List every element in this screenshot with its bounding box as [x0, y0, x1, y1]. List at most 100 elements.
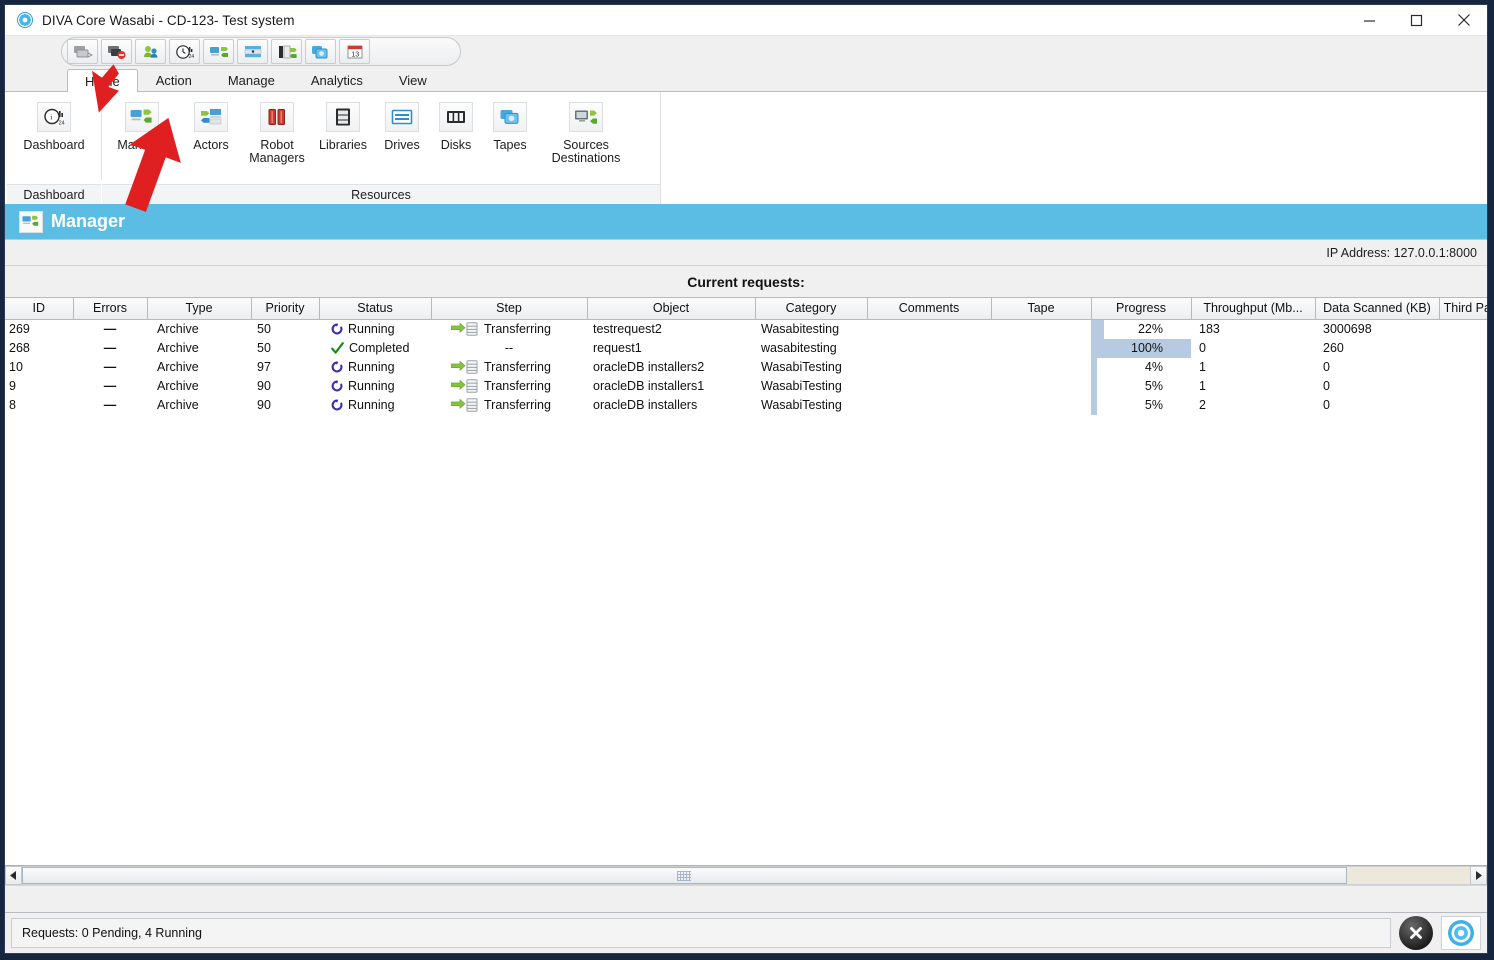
- actors-icon: [194, 102, 228, 132]
- cell-id: 268: [9, 341, 30, 355]
- scrollbar-grip-icon: [677, 870, 692, 881]
- window-controls: [1346, 5, 1487, 36]
- column-header-status[interactable]: Status: [319, 298, 432, 320]
- table-row[interactable]: 10— Archive 97 Running Transferring oracleDB …: [5, 357, 1487, 377]
- close-circle-icon[interactable]: [1399, 916, 1433, 950]
- scroll-left-arrow[interactable]: [5, 866, 22, 885]
- cancel-request-icon[interactable]: [101, 39, 132, 64]
- cell-type: Archive: [157, 341, 199, 355]
- horizontal-scrollbar[interactable]: [5, 865, 1487, 885]
- ribbon-button-tapes[interactable]: Tapes: [482, 98, 538, 178]
- svg-text:24: 24: [59, 121, 65, 127]
- column-header-comments[interactable]: Comments: [867, 298, 992, 320]
- application-window: DIVA Core Wasabi - CD-123- Test system 2…: [4, 4, 1488, 954]
- column-header-tape[interactable]: Tape: [991, 298, 1092, 320]
- server-icon[interactable]: [237, 39, 268, 64]
- cell-throughput: 1: [1199, 360, 1206, 374]
- calendar-icon[interactable]: 13: [339, 39, 370, 64]
- ribbon-group-dashboard-label: Dashboard: [7, 184, 101, 204]
- column-header-category[interactable]: Category: [755, 298, 868, 320]
- column-header-step[interactable]: Step: [431, 298, 588, 320]
- tab-manage[interactable]: Manage: [210, 68, 293, 91]
- diva-logo-icon[interactable]: [1441, 916, 1481, 950]
- ribbon-button-manager-label: Manager: [117, 138, 167, 152]
- transfer-icon: Transferring: [435, 398, 583, 412]
- ribbon-button-disks[interactable]: Disks: [430, 98, 482, 178]
- column-header-errors[interactable]: Errors: [73, 298, 148, 320]
- ribbon-button-drives[interactable]: Drives: [374, 98, 430, 178]
- cell-progress: 4%: [1091, 357, 1191, 377]
- column-header-id[interactable]: ID: [5, 298, 74, 320]
- cell-comments: [867, 319, 991, 339]
- scrollbar-track[interactable]: [22, 866, 1470, 885]
- cell-type: Archive: [157, 360, 199, 374]
- column-header-data-scanned[interactable]: Data Scanned (KB): [1315, 298, 1440, 320]
- cell-comments: [867, 358, 991, 377]
- ribbon-button-sources-destinations[interactable]: Sources Destinations: [538, 98, 634, 178]
- new-request-icon[interactable]: [67, 39, 98, 64]
- status-message: Requests: 0 Pending, 4 Running: [11, 918, 1391, 948]
- disks-copy-icon[interactable]: [305, 39, 336, 64]
- running-icon: Running: [331, 398, 427, 412]
- scrollbar-thumb[interactable]: [22, 867, 1347, 884]
- ribbon-group-resources-label: Resources: [102, 184, 660, 204]
- cell-step: Transferring: [431, 358, 587, 377]
- column-header-priority[interactable]: Priority: [251, 298, 320, 320]
- clock-stats-icon[interactable]: 24: [169, 39, 200, 64]
- tab-view[interactable]: View: [381, 68, 445, 91]
- scroll-right-arrow[interactable]: [1470, 866, 1487, 885]
- ribbon-button-dashboard[interactable]: i 24 Dashboard: [9, 98, 99, 178]
- cell-id: 10: [9, 360, 23, 374]
- maximize-button[interactable]: [1393, 5, 1440, 36]
- quick-access-items: 24 13: [67, 39, 370, 64]
- tab-home[interactable]: Home: [67, 69, 138, 92]
- storage-sync-icon[interactable]: [271, 39, 302, 64]
- diva-logo-icon: [17, 12, 33, 28]
- page-title: Manager: [51, 211, 126, 231]
- column-header-progress[interactable]: Progress: [1091, 298, 1192, 320]
- ribbon-button-robot-managers[interactable]: Robot Managers: [242, 98, 312, 178]
- ribbon-button-actors[interactable]: Actors: [180, 98, 242, 178]
- table-row[interactable]: 268 — Archive 50 Completed -- request1 wasabite…: [5, 338, 1487, 358]
- progress-label: 5%: [1144, 378, 1163, 393]
- cell-throughput: 1: [1199, 379, 1206, 393]
- ribbon-button-libraries[interactable]: Libraries: [312, 98, 374, 178]
- cell-third-party: [1439, 396, 1487, 415]
- svg-text:i: i: [50, 113, 52, 122]
- cell-priority: 50: [257, 341, 271, 355]
- cell-object: oracleDB installers2: [593, 360, 705, 374]
- requests-table-header: ID Errors Type Priority Status Step Obje…: [5, 298, 1487, 320]
- cell-tape: [991, 319, 1091, 339]
- minimize-button[interactable]: [1346, 5, 1393, 36]
- cell-third-party: [1439, 377, 1487, 396]
- tab-action[interactable]: Action: [138, 68, 210, 91]
- cell-category: WasabiTesting: [761, 398, 842, 412]
- quick-access-toolbar: 24 13: [5, 36, 1487, 67]
- table-row[interactable]: 8 — Archive 90 Running Transferring oracleDB i…: [5, 395, 1487, 415]
- cell-throughput: 0: [1199, 341, 1206, 355]
- ip-address-bar: IP Address: 127.0.0.1:8000: [5, 240, 1487, 266]
- table-row[interactable]: 269 — Archive 50 Running Transferring testrequ…: [5, 319, 1487, 339]
- column-header-throughput[interactable]: Throughput (Mb...: [1191, 298, 1316, 320]
- column-header-object[interactable]: Object: [587, 298, 756, 320]
- cell-id: 8: [9, 398, 16, 412]
- transfer-icon: Transferring: [435, 379, 583, 393]
- cell-progress: 5%: [1091, 395, 1191, 415]
- completed-check-icon: Completed: [331, 341, 427, 355]
- ribbon-panel: i 24 Dashboard Dashboard Manager Actors …: [5, 91, 1487, 204]
- users-icon[interactable]: [135, 39, 166, 64]
- page-banner: Manager: [5, 204, 1487, 240]
- cell-step: Transferring: [431, 319, 587, 339]
- column-header-third-party[interactable]: Third Party: [1439, 298, 1487, 320]
- progress-label: 22%: [1137, 321, 1163, 336]
- manager-icon[interactable]: [203, 39, 234, 64]
- column-header-type[interactable]: Type: [147, 298, 252, 320]
- tab-analytics[interactable]: Analytics: [293, 68, 381, 91]
- ribbon-button-manager[interactable]: Manager: [104, 98, 180, 178]
- close-button[interactable]: [1440, 5, 1487, 36]
- table-row[interactable]: 9 — Archive 90 Running Transferring oracleDB i…: [5, 376, 1487, 396]
- requests-table-body: 269 — Archive 50 Running Transferring testrequ…: [5, 319, 1487, 415]
- cell-object: oracleDB installers: [593, 398, 698, 412]
- cell-data-scanned: 0: [1323, 360, 1330, 374]
- requests-grid-wrapper: ID Errors Type Priority Status Step Obje…: [5, 297, 1487, 865]
